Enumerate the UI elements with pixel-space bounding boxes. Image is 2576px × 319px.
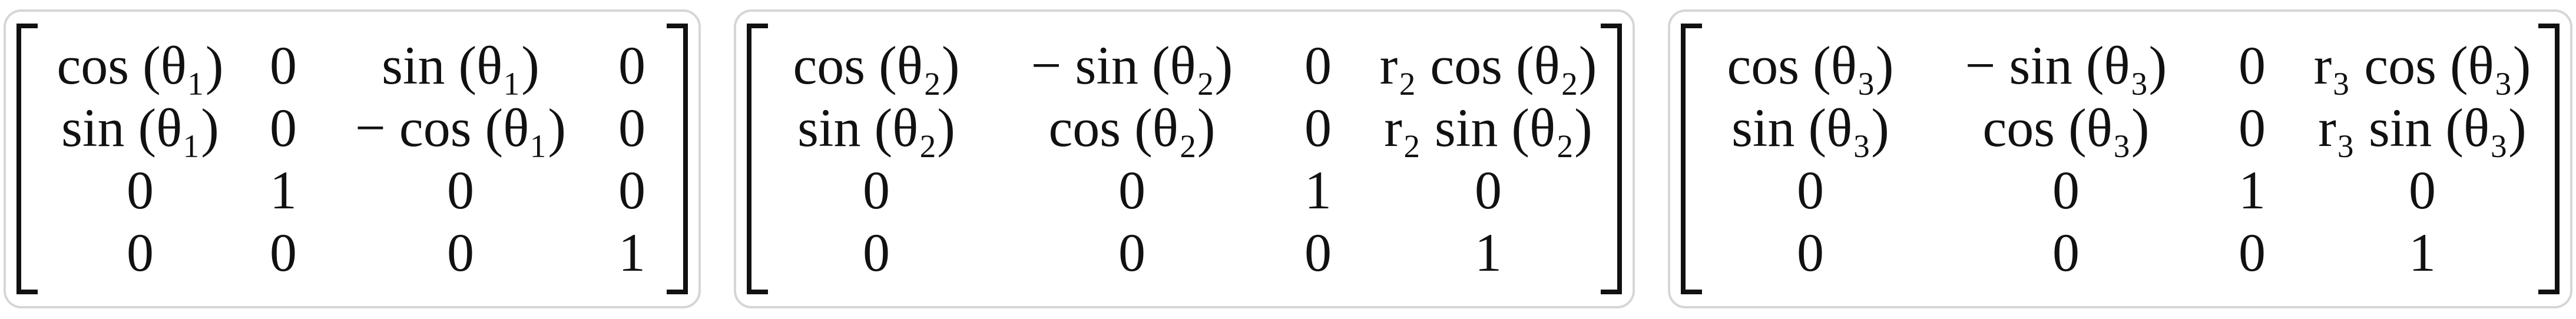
right-bracket <box>1601 24 1622 294</box>
right-bracket <box>667 24 688 294</box>
transform-matrix-3: cos (θ₃) − sin (θ₃) 0 r₃ cos (θ₃) sin (θ… <box>1681 24 2560 294</box>
matrix-cell: 0 <box>1118 160 1145 220</box>
matrix-cell: − cos (θ₁) <box>355 98 566 158</box>
matrix-cell: 0 <box>618 35 645 95</box>
matrix-panel-3: cos (θ₃) − sin (θ₃) 0 r₃ cos (θ₃) sin (θ… <box>1668 9 2572 308</box>
matrix-cell: 1 <box>1304 160 1332 220</box>
matrix-cell: r₂ sin (θ₂) <box>1384 98 1592 158</box>
matrix-grid: cos (θ₁) 0 sin (θ₁) 0 sin (θ₁) 0 − cos (… <box>41 34 663 284</box>
left-bracket <box>16 24 38 294</box>
matrix-panel-1: cos (θ₁) 0 sin (θ₁) 0 sin (θ₁) 0 − cos (… <box>4 9 701 308</box>
matrix-cell: sin (θ₁) <box>382 35 539 95</box>
matrix-cell: 0 <box>2409 160 2436 220</box>
matrix-cell: 0 <box>1797 222 1824 283</box>
matrix-panel-2: cos (θ₂) − sin (θ₂) 0 r₂ cos (θ₂) sin (θ… <box>734 9 1635 308</box>
matrix-cell: 0 <box>1475 160 1502 220</box>
matrix-cell: cos (θ₂) <box>1048 98 1216 158</box>
matrix-cell: − sin (θ₂) <box>1031 35 1233 95</box>
matrix-cell: 0 <box>1797 160 1824 220</box>
matrix-cell: sin (θ₂) <box>797 98 955 158</box>
matrix-cell: 0 <box>270 222 297 283</box>
matrix-cell: − sin (θ₃) <box>1965 35 2167 95</box>
matrix-cell: 1 <box>2409 222 2436 283</box>
matrix-cell: 0 <box>2052 222 2080 283</box>
matrix-cell: cos (θ₃) <box>1727 35 1894 95</box>
matrix-cell: r₃ cos (θ₃) <box>2313 35 2531 95</box>
matrix-cell: 0 <box>447 160 474 220</box>
matrix-cell: 0 <box>863 222 890 283</box>
matrix-cell: 0 <box>1304 222 1332 283</box>
matrix-cell: 0 <box>1304 35 1332 95</box>
left-bracket <box>1681 24 1702 294</box>
right-bracket <box>2538 24 2560 294</box>
matrix-cell: 0 <box>618 98 645 158</box>
matrix-cell: 0 <box>2052 160 2080 220</box>
matrix-cell: cos (θ₃) <box>1982 98 2150 158</box>
matrix-cell: 0 <box>863 160 890 220</box>
left-bracket <box>747 24 768 294</box>
matrix-cell: 1 <box>1475 222 1502 283</box>
matrix-cell: 0 <box>447 222 474 283</box>
matrix-cell: 0 <box>1118 222 1145 283</box>
matrix-cell: 0 <box>1304 98 1332 158</box>
matrix-grid: cos (θ₃) − sin (θ₃) 0 r₃ cos (θ₃) sin (θ… <box>1706 34 2535 284</box>
matrix-cell: r₃ sin (θ₃) <box>2318 98 2527 158</box>
matrix-cell: 0 <box>2239 98 2266 158</box>
matrix-cell: 0 <box>127 222 154 283</box>
matrix-cell: 1 <box>618 222 645 283</box>
transform-matrix-2: cos (θ₂) − sin (θ₂) 0 r₂ cos (θ₂) sin (θ… <box>747 24 1622 294</box>
matrix-cell: sin (θ₃) <box>1731 98 1889 158</box>
matrix-cell: r₂ cos (θ₂) <box>1379 35 1597 95</box>
transform-matrix-1: cos (θ₁) 0 sin (θ₁) 0 sin (θ₁) 0 − cos (… <box>16 24 688 294</box>
matrix-cell: 0 <box>127 160 154 220</box>
matrix-cell: 0 <box>270 35 297 95</box>
matrix-cell: cos (θ₁) <box>57 35 224 95</box>
matrix-cell: 0 <box>2239 222 2266 283</box>
matrix-cell: 1 <box>2239 160 2266 220</box>
matrix-cell: sin (θ₁) <box>61 98 219 158</box>
matrix-cell: cos (θ₂) <box>793 35 960 95</box>
matrix-cell: 0 <box>270 98 297 158</box>
matrix-grid: cos (θ₂) − sin (θ₂) 0 r₂ cos (θ₂) sin (θ… <box>772 34 1597 284</box>
matrix-cell: 1 <box>270 160 297 220</box>
matrix-cell: 0 <box>2239 35 2266 95</box>
matrix-cell: 0 <box>618 160 645 220</box>
